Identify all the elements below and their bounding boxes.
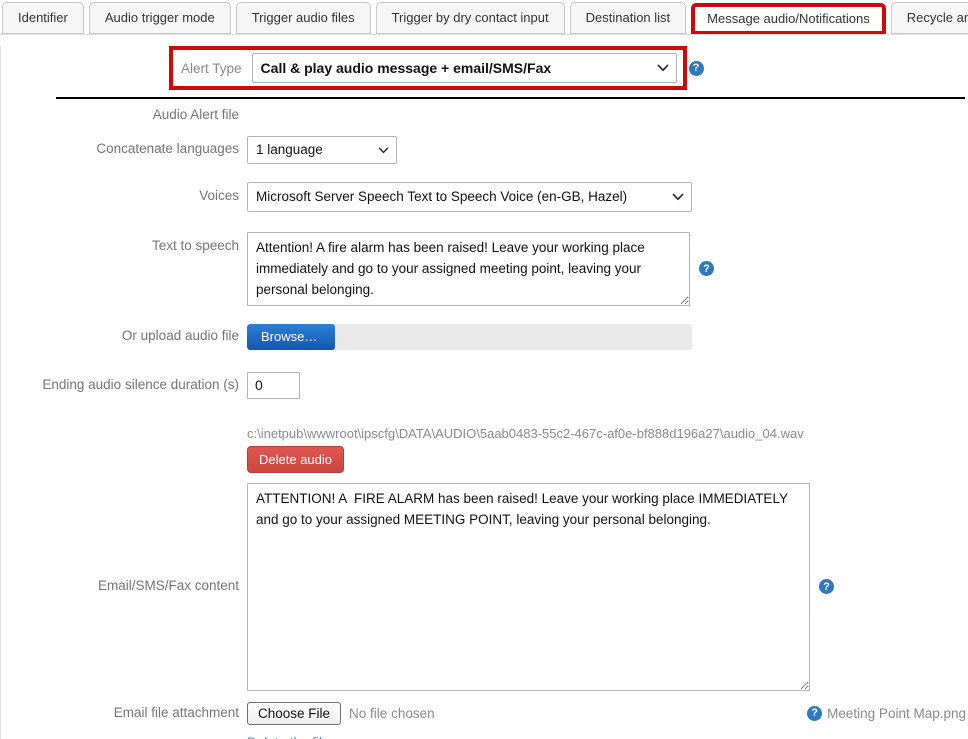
concatenate-languages-select[interactable]: 1 language xyxy=(247,136,397,164)
tab-trigger-audio-files[interactable]: Trigger audio files xyxy=(236,2,371,34)
audio-alert-file-label: Audio Alert file xyxy=(1,107,239,124)
audio-upload-field[interactable]: Browse… xyxy=(247,324,692,350)
tab-message-audio-notifications[interactable]: Message audio/Notifications xyxy=(691,3,886,35)
text-to-speech-textarea[interactable]: Attention! A fire alarm has been raised!… xyxy=(247,232,690,306)
alert-type-label: Alert Type xyxy=(181,61,242,76)
voices-label: Voices xyxy=(1,188,239,205)
ending-silence-input[interactable] xyxy=(247,372,300,399)
upload-audio-label: Or upload audio file xyxy=(1,328,239,345)
ending-silence-label: Ending audio silence duration (s) xyxy=(1,377,239,394)
section-divider xyxy=(56,97,965,99)
choose-file-button[interactable]: Choose File xyxy=(247,702,341,725)
attached-file-name: Meeting Point Map.png xyxy=(827,706,966,721)
tab-bar: Identifier Audio trigger mode Trigger au… xyxy=(0,0,968,35)
delete-audio-button[interactable]: Delete audio xyxy=(247,446,344,473)
delete-file-link[interactable]: Delete the file xyxy=(247,735,330,739)
email-content-label: Email/SMS/Fax content xyxy=(1,578,239,595)
tab-panel: Alert Type Call & play audio message + e… xyxy=(0,46,968,739)
help-icon-alert-type[interactable]: ? xyxy=(689,61,704,76)
help-icon-text-to-speech[interactable]: ? xyxy=(699,261,714,276)
alert-type-row: Alert Type Call & play audio message + e… xyxy=(169,46,968,90)
concatenate-languages-label: Concatenate languages xyxy=(1,141,239,158)
help-icon-attachment[interactable]: ? xyxy=(807,706,822,721)
tab-identifier[interactable]: Identifier xyxy=(2,2,84,34)
audio-file-path: c:\inetpub\wwwroot\ipscfg\DATA\AUDIO\5aa… xyxy=(247,426,804,441)
alert-type-select[interactable]: Call & play audio message + email/SMS/Fa… xyxy=(252,53,677,83)
text-to-speech-label: Text to speech xyxy=(1,232,239,255)
email-attachment-label: Email file attachment xyxy=(1,705,239,722)
browse-button[interactable]: Browse… xyxy=(247,324,335,350)
tab-destination-list[interactable]: Destination list xyxy=(570,2,687,34)
alert-type-highlight: Alert Type Call & play audio message + e… xyxy=(169,46,687,90)
tab-trigger-dry-contact[interactable]: Trigger by dry contact input xyxy=(376,2,565,34)
tab-audio-trigger-mode[interactable]: Audio trigger mode xyxy=(89,2,231,34)
tab-recycle-treatments[interactable]: Recycle and treatments xyxy=(891,2,968,34)
voices-select[interactable]: Microsoft Server Speech Text to Speech V… xyxy=(247,182,692,212)
help-icon-email-content[interactable]: ? xyxy=(819,579,834,594)
file-chosen-status: No file chosen xyxy=(349,706,435,721)
email-content-textarea[interactable]: ATTENTION! A FIRE ALARM has been raised!… xyxy=(247,483,810,691)
